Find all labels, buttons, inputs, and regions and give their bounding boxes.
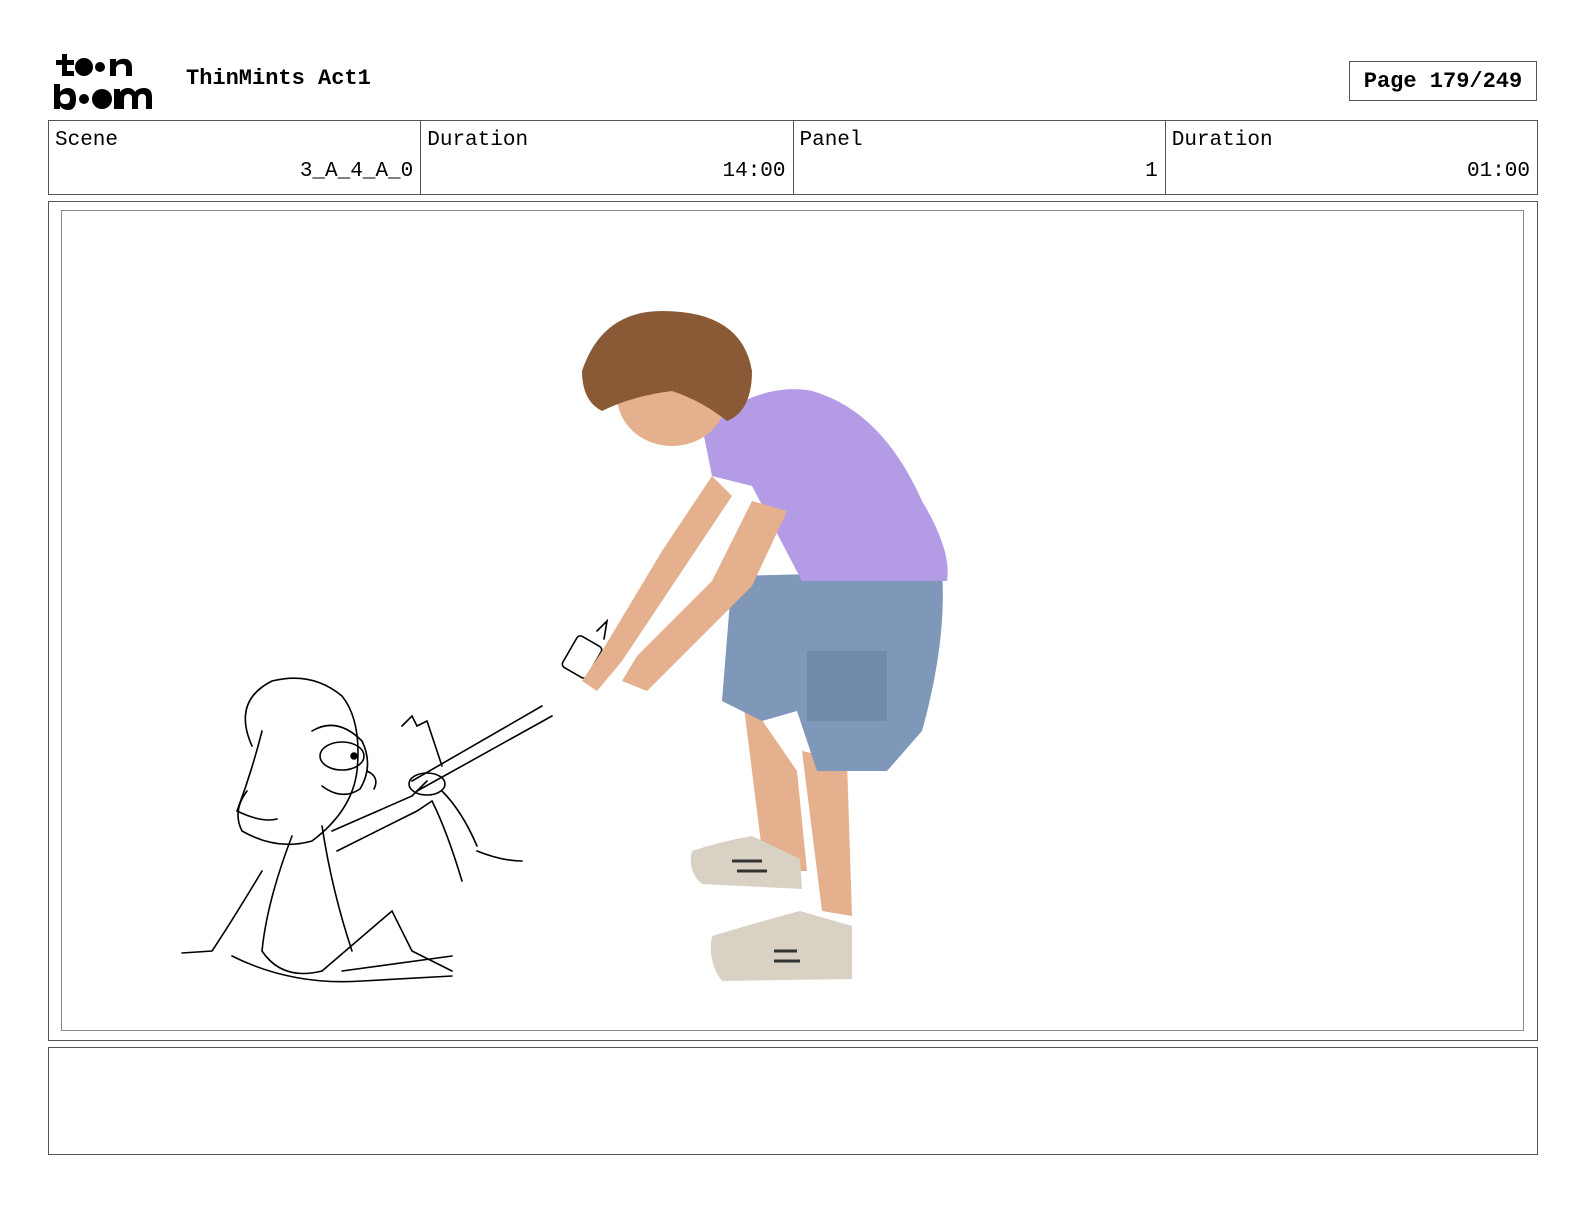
scene-value: 3_A_4_A_0 xyxy=(299,160,414,183)
panel-image-frame xyxy=(61,210,1524,1031)
scene-duration-cell: Duration 14:00 xyxy=(421,121,794,194)
toonboom-logo xyxy=(52,50,164,114)
scene-duration-value: 14:00 xyxy=(722,160,786,183)
panel-value: 1 xyxy=(1145,160,1158,183)
panel-duration-cell: Duration 01:00 xyxy=(1166,121,1537,194)
scene-label: Scene xyxy=(55,129,119,152)
scene-duration-label: Duration xyxy=(427,129,529,152)
panel-notes-box xyxy=(48,1047,1538,1155)
panel-artwork xyxy=(181,311,948,983)
panel-duration-label: Duration xyxy=(1171,129,1273,152)
panel-cell: Panel 1 xyxy=(794,121,1166,194)
project-title: ThinMints Act1 xyxy=(186,66,371,91)
panel-duration-value: 01:00 xyxy=(1466,160,1530,183)
scene-info-table: Scene 3_A_4_A_0 Duration 14:00 Panel 1 D… xyxy=(48,120,1538,195)
scene-cell: Scene 3_A_4_A_0 xyxy=(49,121,422,194)
storyboard-panel xyxy=(48,201,1538,1041)
page-indicator: Page 179/249 xyxy=(1349,61,1537,101)
sketch-small-creature xyxy=(401,618,609,882)
sketch-girl-character xyxy=(181,677,453,983)
photo-person-pulling xyxy=(582,311,948,981)
panel-label: Panel xyxy=(799,129,863,152)
